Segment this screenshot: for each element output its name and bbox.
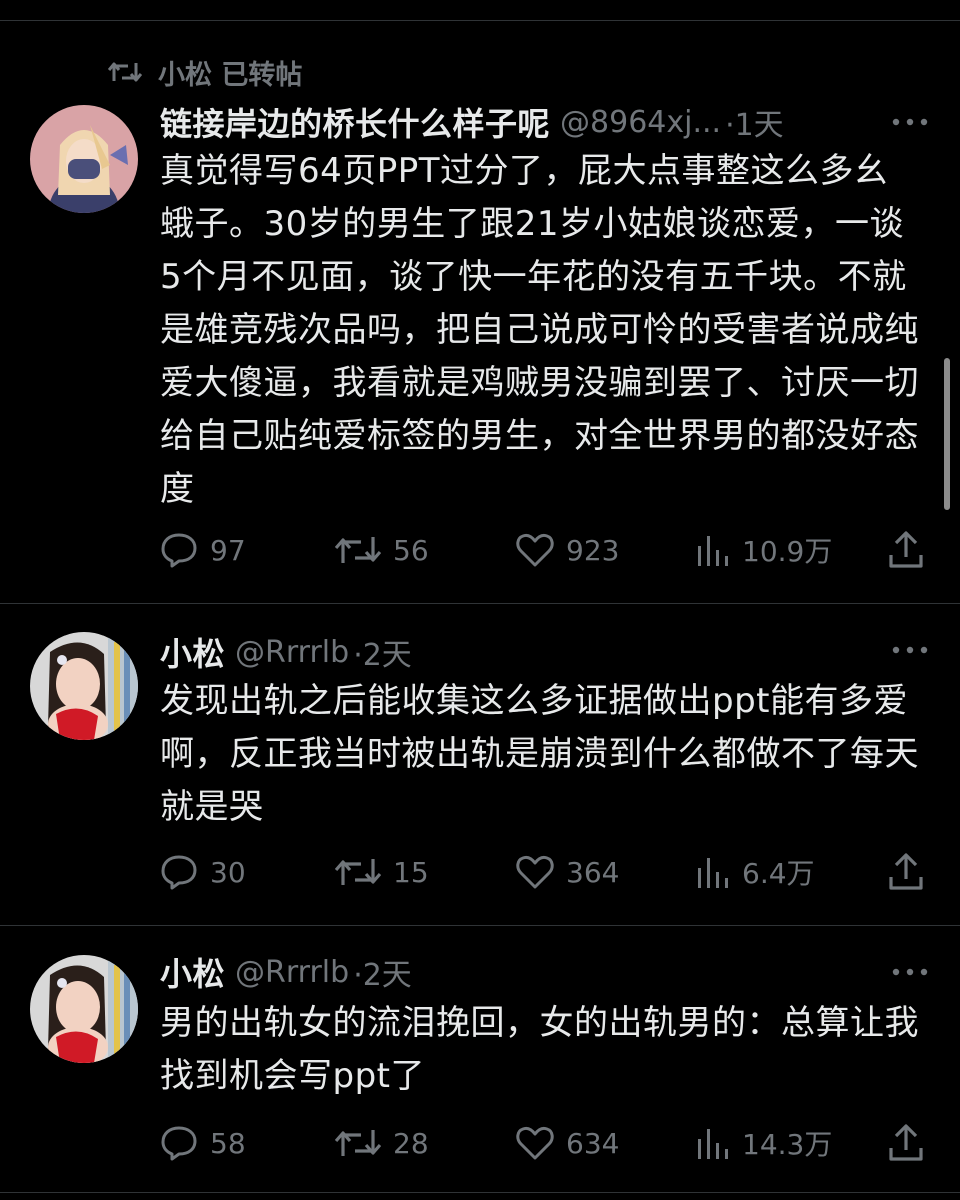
- display-name[interactable]: 小松: [160, 629, 225, 675]
- display-name[interactable]: 链接岸边的桥长什么样子呢: [160, 99, 550, 145]
- tweet-actions: 30 15 364 6.4万: [160, 847, 930, 897]
- more-icon: [892, 968, 928, 976]
- avatar[interactable]: [30, 105, 138, 213]
- display-name[interactable]: 小松: [160, 949, 225, 995]
- repost-count: 15: [393, 855, 429, 889]
- repost-icon: [335, 859, 381, 885]
- tweet-header: 小松 @Rrrrlb ·2天: [160, 630, 960, 674]
- reply-icon: [161, 1126, 197, 1161]
- views-button[interactable]: 14.3万: [696, 1118, 832, 1168]
- repost-count: 56: [393, 533, 429, 567]
- views-button[interactable]: 6.4万: [696, 847, 815, 897]
- tweet-actions: 97 56 923 10.9万: [160, 525, 930, 575]
- timestamp[interactable]: ·2天: [353, 630, 412, 674]
- like-count: 923: [566, 533, 620, 567]
- repost-banner[interactable]: 小松 已转帖: [108, 52, 302, 92]
- tweet-text: 男的出轨女的流泪挽回，女的出轨男的：总算让我找到机会写ppt了: [160, 1003, 919, 1096]
- views-count: 10.9万: [742, 535, 833, 568]
- avatar[interactable]: [30, 632, 138, 740]
- share-icon: [889, 531, 923, 568]
- user-handle[interactable]: @Rrrrlb: [235, 955, 349, 990]
- views-count: 6.4万: [742, 857, 815, 890]
- heart-icon: [516, 1126, 554, 1160]
- timestamp[interactable]: ·1天: [725, 100, 784, 144]
- share-button[interactable]: [888, 847, 936, 897]
- top-divider: [0, 20, 960, 21]
- reply-icon: [161, 855, 197, 890]
- more-options-button[interactable]: [890, 952, 930, 992]
- like-button[interactable]: 364: [516, 847, 619, 897]
- tweet-actions: 58 28 634 14.3万: [160, 1118, 930, 1168]
- tweet-divider: [0, 925, 960, 926]
- tweet-header: 小松 @Rrrrlb ·2天: [160, 950, 960, 994]
- views-icon: [698, 1129, 728, 1159]
- reply-icon: [161, 533, 197, 568]
- repost-button[interactable]: 15: [335, 847, 429, 897]
- views-button[interactable]: 10.9万: [696, 525, 832, 575]
- repost-icon: [108, 62, 142, 82]
- tweet-text: 发现出轨之后能收集这么多证据做出ppt能有多爱啊，反正我当时被出轨是崩溃到什么都…: [160, 681, 919, 827]
- reply-button[interactable]: 30: [160, 847, 246, 897]
- reply-button[interactable]: 58: [160, 1118, 246, 1168]
- share-icon: [889, 853, 923, 890]
- avatar[interactable]: [30, 955, 138, 1063]
- repost-button[interactable]: 28: [335, 1118, 429, 1168]
- like-button[interactable]: 634: [516, 1118, 619, 1168]
- views-icon: [698, 536, 728, 566]
- repost-icon: [335, 537, 381, 563]
- repost-banner-text: 小松 已转帖: [158, 59, 303, 91]
- like-button[interactable]: 923: [516, 525, 619, 575]
- like-count: 634: [566, 1126, 620, 1160]
- like-count: 364: [566, 855, 620, 889]
- views-icon: [698, 858, 728, 888]
- reply-count: 30: [210, 855, 246, 889]
- user-handle[interactable]: @8964xj...: [560, 105, 721, 140]
- share-button[interactable]: [888, 1118, 936, 1168]
- share-button[interactable]: [888, 525, 936, 575]
- bottom-divider: [0, 1192, 960, 1193]
- more-icon: [892, 646, 928, 654]
- heart-icon: [516, 533, 554, 567]
- repost-icon: [335, 1130, 381, 1156]
- reply-count: 97: [210, 533, 246, 567]
- repost-count: 28: [393, 1126, 429, 1160]
- user-handle[interactable]: @Rrrrlb: [235, 635, 349, 670]
- heart-icon: [516, 855, 554, 889]
- reply-button[interactable]: 97: [160, 525, 246, 575]
- tweet-divider: [0, 603, 960, 604]
- tweet-header: 链接岸边的桥长什么样子呢 @8964xj... ·1天: [160, 100, 960, 144]
- tweet-text: 真觉得写64页PPT过分了，屁大点事整这么多幺蛾子。30岁的男生了跟21岁小姑娘…: [160, 151, 919, 509]
- timestamp[interactable]: ·2天: [353, 950, 412, 994]
- scrollbar-thumb[interactable]: [944, 358, 950, 510]
- more-options-button[interactable]: [890, 102, 930, 142]
- repost-button[interactable]: 56: [335, 525, 429, 575]
- more-icon: [892, 118, 928, 126]
- share-icon: [889, 1124, 923, 1161]
- more-options-button[interactable]: [890, 630, 930, 670]
- views-count: 14.3万: [742, 1128, 833, 1161]
- reply-count: 58: [210, 1126, 246, 1160]
